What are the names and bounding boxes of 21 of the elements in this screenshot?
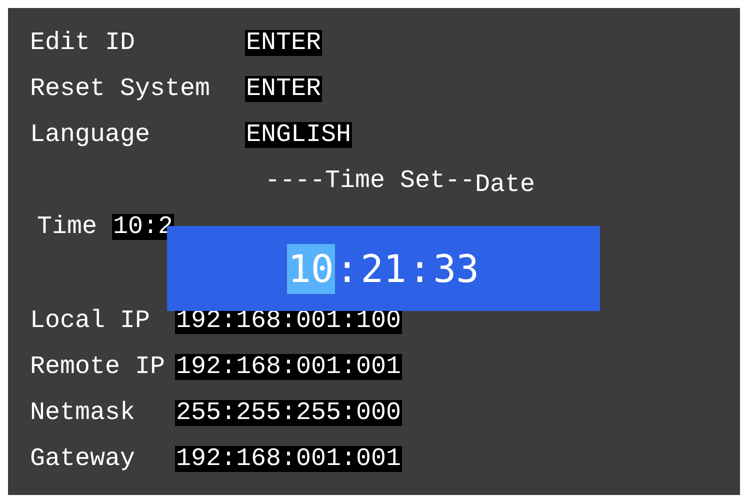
section-heading: ----Time Set-- (265, 167, 476, 195)
setting-label: Local IP (30, 307, 152, 335)
ip-value[interactable]: 192:168:001:001 (175, 354, 402, 380)
setting-label: Language (30, 121, 152, 149)
separator-text: : (407, 246, 432, 292)
setting-value[interactable]: ENTER (245, 76, 322, 102)
time-value[interactable]: 10:2 (112, 214, 174, 240)
setting-label: Time (37, 213, 98, 241)
setting-label: Edit ID (30, 29, 136, 57)
separator-text: : (334, 246, 360, 292)
setting-value[interactable]: ENGLISH (245, 122, 352, 148)
setting-label: Remote IP (30, 353, 166, 381)
setting-label: Gateway (30, 445, 136, 473)
setting-label: Reset System (30, 75, 212, 103)
ip-value[interactable]: 255:255:255:000 (175, 400, 402, 426)
setting-label: Netmask (30, 399, 136, 427)
time-field[interactable]: 21 (360, 244, 408, 294)
time-field[interactable]: 33 (432, 244, 480, 294)
section-heading: Date (475, 171, 536, 199)
ip-value[interactable]: 192:168:001:001 (175, 446, 402, 472)
setting-value[interactable]: ENTER (245, 30, 322, 56)
